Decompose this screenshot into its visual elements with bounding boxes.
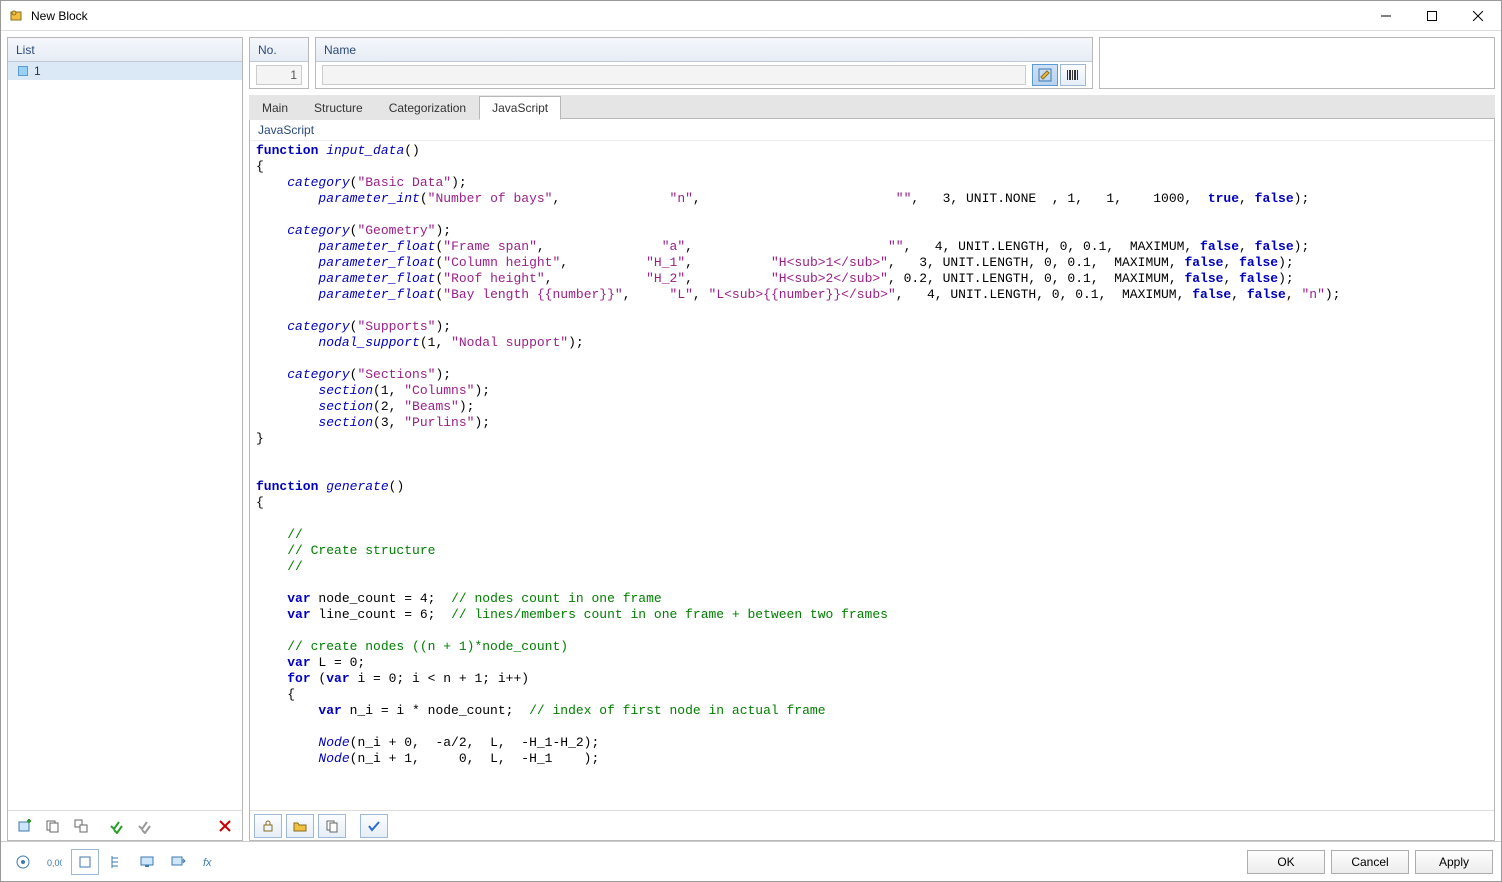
open-file-button[interactable] xyxy=(286,814,314,838)
cancel-button[interactable]: Cancel xyxy=(1331,850,1409,874)
name-input[interactable] xyxy=(322,65,1026,85)
list-area[interactable]: 1 xyxy=(8,62,242,810)
name-box: Name xyxy=(315,37,1093,89)
titlebar: New Block xyxy=(1,1,1501,31)
help-button[interactable] xyxy=(9,849,37,875)
tab-javascript[interactable]: JavaScript xyxy=(479,96,561,120)
copy-code-button[interactable] xyxy=(318,814,346,838)
uncheck-all-button[interactable] xyxy=(132,814,158,838)
duplicate-item-button[interactable] xyxy=(68,814,94,838)
lock-button[interactable] xyxy=(254,814,282,838)
tab-categorization[interactable]: Categorization xyxy=(376,96,479,120)
code-container: JavaScript function input_data() { categ… xyxy=(249,119,1495,841)
delete-item-button[interactable] xyxy=(212,814,238,838)
validate-button[interactable] xyxy=(360,814,388,838)
right-panel: No. 1 Name xyxy=(249,37,1495,841)
apply-button[interactable]: Apply xyxy=(1415,850,1493,874)
barcode-button[interactable] xyxy=(1060,64,1086,86)
list-header: List xyxy=(8,38,242,62)
list-item[interactable]: 1 xyxy=(8,62,242,80)
no-header: No. xyxy=(250,38,308,62)
code-subheader: JavaScript xyxy=(250,119,1494,141)
no-value[interactable]: 1 xyxy=(256,65,302,85)
list-toolbar xyxy=(8,810,242,840)
fx-button[interactable]: fx xyxy=(195,849,223,875)
code-editor[interactable]: function input_data() { category("Basic … xyxy=(250,141,1494,810)
display-button[interactable] xyxy=(133,849,161,875)
units-button[interactable]: 0,00 xyxy=(40,849,68,875)
maximize-button[interactable] xyxy=(1409,1,1455,30)
tree-button[interactable] xyxy=(102,849,130,875)
check-all-button[interactable] xyxy=(104,814,130,838)
close-button[interactable] xyxy=(1455,1,1501,30)
no-box: No. 1 xyxy=(249,37,309,89)
copy-item-button[interactable] xyxy=(40,814,66,838)
tab-main[interactable]: Main xyxy=(249,96,301,120)
list-item-label: 1 xyxy=(34,64,41,78)
tab-structure[interactable]: Structure xyxy=(301,96,376,120)
svg-text:0,00: 0,00 xyxy=(47,858,62,868)
view-2d-button[interactable] xyxy=(71,849,99,875)
bottombar: 0,00 fx OK Cancel Apply xyxy=(1,841,1501,881)
edit-name-button[interactable] xyxy=(1032,64,1058,86)
tabstrip: Main Structure Categorization JavaScript xyxy=(249,95,1495,119)
svg-text:fx: fx xyxy=(203,857,212,869)
export-button[interactable] xyxy=(164,849,192,875)
minimize-button[interactable] xyxy=(1363,1,1409,30)
ok-button[interactable]: OK xyxy=(1247,850,1325,874)
new-item-button[interactable] xyxy=(12,814,38,838)
name-header: Name xyxy=(316,38,1092,62)
window-title: New Block xyxy=(31,9,1363,23)
code-content[interactable]: function input_data() { category("Basic … xyxy=(256,143,1488,767)
code-toolbar xyxy=(250,810,1494,840)
list-item-color-swatch xyxy=(18,66,28,76)
list-panel: List 1 xyxy=(7,37,243,841)
app-icon xyxy=(9,8,25,24)
preview-box xyxy=(1099,37,1495,89)
